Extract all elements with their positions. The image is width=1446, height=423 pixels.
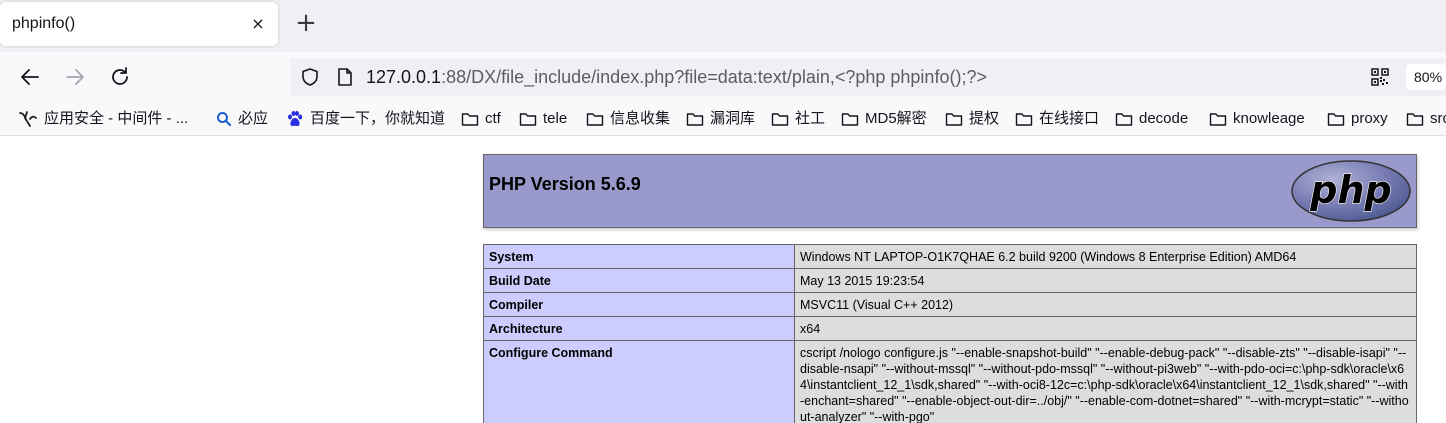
folder-icon — [1015, 113, 1033, 126]
bookmark-folder-info-gathering[interactable]: 信息收集 — [586, 108, 670, 130]
php-version-header: PHP Version 5.6.9 php — [483, 154, 1417, 228]
folder-icon — [841, 113, 859, 126]
tab-title: phpinfo() — [12, 15, 76, 32]
url-host: 127.0.0.1 — [366, 67, 442, 87]
table-row: Configure Command cscript /nologo config… — [483, 340, 1417, 423]
close-icon[interactable]: × — [248, 14, 268, 34]
bing-search-icon — [217, 112, 232, 127]
php-logo: php — [1291, 160, 1411, 222]
row-value: MSVC11 (Visual C++ 2012) — [794, 292, 1417, 317]
bookmark-folder-ctf[interactable]: ctf — [461, 108, 501, 130]
navigation-bar: 127.0.0.1:88/DX/file_include/index.php?f… — [0, 52, 1446, 102]
bookmark-folder-knowleage[interactable]: knowleage — [1209, 108, 1305, 130]
folder-icon — [519, 113, 537, 126]
folder-icon — [771, 113, 789, 126]
row-key: Configure Command — [483, 340, 795, 423]
folder-icon — [1327, 113, 1345, 126]
url-bar[interactable]: 127.0.0.1:88/DX/file_include/index.php?f… — [290, 58, 1446, 96]
bookmark-folder-proxy[interactable]: proxy — [1327, 108, 1388, 130]
bookmark-app-security[interactable]: 应用安全 - 中间件 - ... — [18, 108, 188, 130]
zoom-level-button[interactable]: 80% — [1406, 64, 1446, 90]
page-info-icon[interactable] — [336, 67, 354, 87]
folder-icon — [686, 113, 704, 126]
bookmark-folder-social-eng[interactable]: 社工 — [771, 108, 825, 130]
folder-icon — [461, 113, 479, 126]
forward-button[interactable] — [63, 65, 87, 89]
app-security-icon — [19, 111, 37, 127]
bookmark-folder-decode[interactable]: decode — [1115, 108, 1188, 130]
row-value: x64 — [794, 316, 1417, 341]
table-row: Architecture x64 — [483, 316, 1417, 341]
folder-icon — [945, 113, 963, 126]
table-row: System Windows NT LAPTOP-O1K7QHAE 6.2 bu… — [483, 244, 1417, 269]
php-info-table: System Windows NT LAPTOP-O1K7QHAE 6.2 bu… — [483, 244, 1417, 423]
folder-icon — [1209, 113, 1227, 126]
row-key: Compiler — [483, 292, 795, 317]
table-row: Compiler MSVC11 (Visual C++ 2012) — [483, 292, 1417, 317]
tab-strip: phpinfo() × + — [0, 0, 1446, 52]
tracking-shield-icon[interactable] — [300, 67, 320, 87]
row-value: cscript /nologo configure.js "--enable-s… — [794, 340, 1417, 423]
arrow-left-icon — [21, 69, 39, 85]
reload-icon — [112, 67, 128, 85]
back-button[interactable] — [18, 65, 42, 89]
baidu-paw-icon — [288, 111, 303, 127]
url-text[interactable]: 127.0.0.1:88/DX/file_include/index.php?f… — [366, 67, 987, 88]
row-value: May 13 2015 19:23:54 — [794, 268, 1417, 293]
bookmark-folder-src[interactable]: src — [1406, 108, 1446, 130]
row-key: Architecture — [483, 316, 795, 341]
row-key: Build Date — [483, 268, 795, 293]
bookmark-folder-md5[interactable]: MD5解密 — [841, 108, 927, 130]
reload-button[interactable] — [108, 65, 132, 89]
bookmark-folder-online-api[interactable]: 在线接口 — [1015, 108, 1099, 130]
folder-icon — [1115, 113, 1133, 126]
bookmark-folder-vuln-db[interactable]: 漏洞库 — [686, 108, 755, 130]
bookmark-folder-privesc[interactable]: 提权 — [945, 108, 999, 130]
bookmark-baidu[interactable]: 百度一下，你就知道 — [286, 108, 445, 130]
folder-icon — [1406, 113, 1424, 126]
row-value: Windows NT LAPTOP-O1K7QHAE 6.2 build 920… — [794, 244, 1417, 269]
arrow-right-icon — [66, 69, 84, 85]
url-path: :88/DX/file_include/index.php?file=data:… — [441, 67, 987, 87]
page-content: PHP Version 5.6.9 php System Windows NT … — [0, 137, 1446, 423]
page-title: PHP Version 5.6.9 — [489, 174, 641, 194]
table-row: Build Date May 13 2015 19:23:54 — [483, 268, 1417, 293]
new-tab-button[interactable]: + — [292, 10, 320, 38]
folder-icon — [586, 113, 604, 126]
bookmark-bing[interactable]: 必应 — [216, 108, 268, 130]
qr-code-icon[interactable] — [1371, 68, 1389, 86]
row-key: System — [483, 244, 795, 269]
bookmark-folder-tele[interactable]: tele — [519, 108, 567, 130]
bookmarks-bar: 应用安全 - 中间件 - ... 必应 百度一下，你就知道 ctf tele 信… — [0, 102, 1446, 136]
tab-phpinfo[interactable]: phpinfo() × — [0, 2, 278, 46]
php-logo-text: php — [1309, 168, 1391, 212]
